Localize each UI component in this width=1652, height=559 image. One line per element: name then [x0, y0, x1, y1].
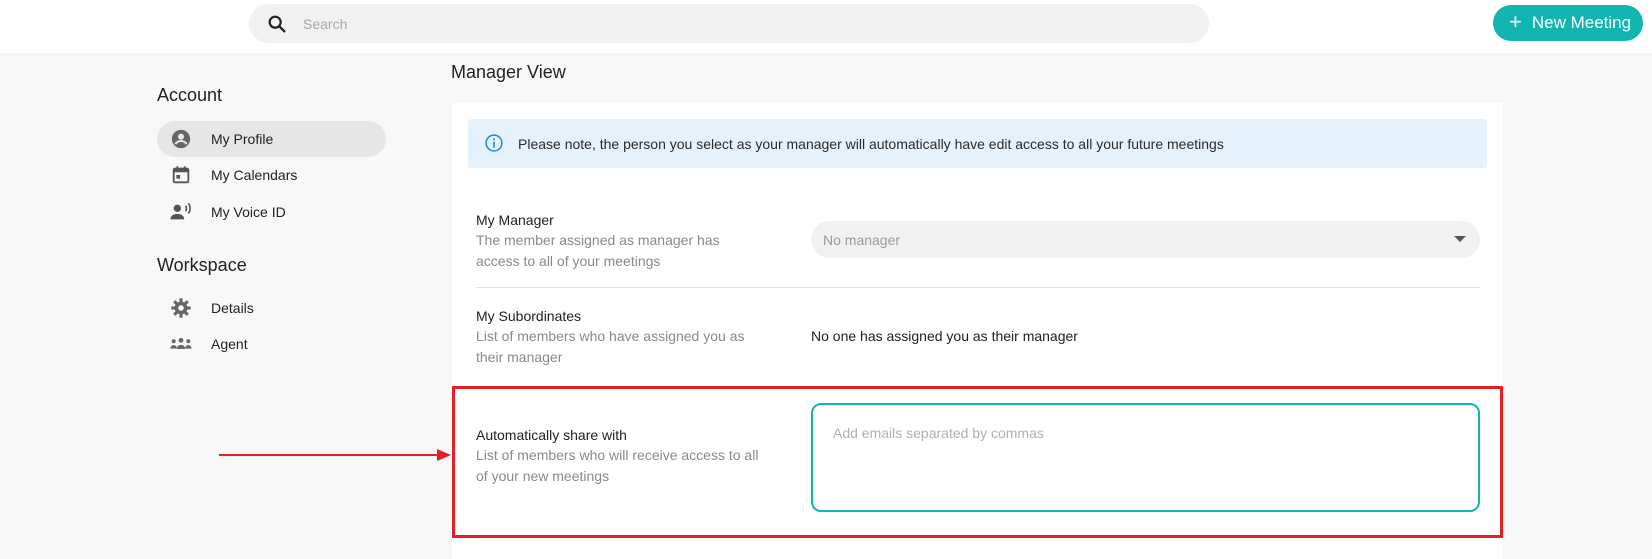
plus-icon: +: [1509, 9, 1522, 34]
auto-share-description: List of members who will receive access …: [476, 447, 759, 484]
search-input[interactable]: [303, 4, 1183, 43]
sidebar-item-details[interactable]: Details: [157, 290, 386, 326]
subordinates-description: List of members who have assigned you as…: [476, 328, 745, 365]
account-heading: Account: [157, 85, 223, 105]
search-icon: [266, 13, 288, 35]
manager-select[interactable]: No manager: [811, 221, 1480, 258]
search-bar[interactable]: [249, 4, 1209, 43]
manager-view-panel: Please note, the person you select as yo…: [452, 103, 1503, 559]
subordinates-value: No one has assigned you as their manager: [811, 328, 1078, 344]
gear-icon: [169, 296, 193, 320]
people-group-icon: [169, 332, 193, 356]
manager-title: My Manager: [476, 212, 554, 228]
sidebar-item-my-profile[interactable]: My Profile: [157, 121, 386, 157]
subordinates-label-group: My Subordinates List of members who have…: [476, 306, 776, 368]
workspace-heading: Workspace: [157, 255, 247, 275]
info-notice: Please note, the person you select as yo…: [468, 119, 1487, 168]
top-bar: + New Meeting: [0, 0, 1652, 55]
auto-share-email-input[interactable]: [811, 403, 1480, 512]
account-circle-icon: [169, 127, 193, 151]
info-icon: [484, 133, 506, 155]
voice-id-icon: [169, 200, 193, 224]
manager-description: The member assigned as manager has acces…: [476, 232, 720, 269]
subordinates-title: My Subordinates: [476, 308, 582, 324]
section-title: Manager View: [451, 62, 566, 82]
sidebar-item-label: Agent: [211, 336, 248, 352]
sidebar-item-my-voice-id[interactable]: My Voice ID: [157, 194, 386, 230]
notice-text: Please note, the person you select as yo…: [518, 135, 1224, 152]
sidebar-item-label: My Profile: [211, 131, 274, 147]
calendar-icon: [169, 163, 193, 187]
manager-label-group: My Manager The member assigned as manage…: [476, 210, 776, 272]
divider: [476, 287, 1480, 288]
chevron-down-icon: [1454, 236, 1466, 242]
sidebar-item-agent[interactable]: Agent: [157, 326, 386, 362]
manager-select-value: No manager: [823, 231, 901, 248]
sidebar-item-my-calendars[interactable]: My Calendars: [157, 157, 386, 193]
sidebar-item-label: Details: [211, 300, 254, 316]
sidebar-item-label: My Voice ID: [211, 204, 286, 220]
new-meeting-label: New Meeting: [1531, 13, 1632, 32]
new-meeting-button[interactable]: + New Meeting: [1493, 5, 1643, 41]
annotation-arrow: [219, 449, 451, 461]
sidebar-item-label: My Calendars: [211, 167, 298, 183]
auto-share-label-group: Automatically share with List of members…: [476, 425, 776, 487]
auto-share-title: Automatically share with: [476, 427, 627, 443]
